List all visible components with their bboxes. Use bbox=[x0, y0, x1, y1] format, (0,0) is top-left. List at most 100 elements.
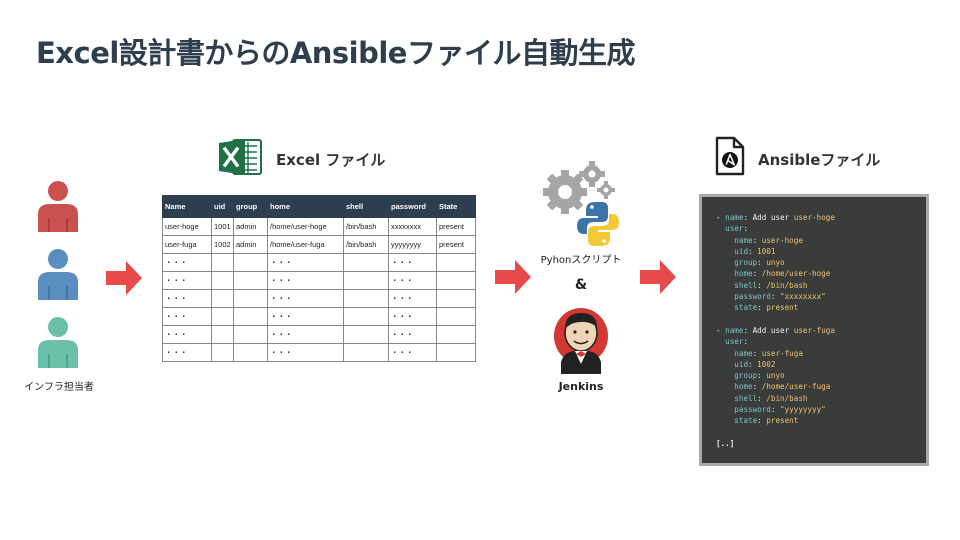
code-value: "xxxxxxxx" bbox=[780, 292, 826, 302]
table-cell bbox=[211, 307, 234, 326]
table-cell bbox=[343, 253, 389, 272]
table-row: ・・・ ・・・ ・・・ bbox=[162, 253, 476, 272]
table-cell: ・・・ bbox=[388, 253, 437, 272]
table-cell: user-fuga bbox=[162, 235, 212, 254]
table-cell bbox=[343, 343, 389, 362]
code-value: /home/user-fuga bbox=[761, 382, 831, 392]
table-cell bbox=[211, 343, 234, 362]
ansible-title: Ansibleファイル bbox=[758, 151, 881, 169]
table-cell: /bin/bash bbox=[343, 217, 389, 236]
python-gears-icon bbox=[543, 161, 619, 246]
code-key: name bbox=[725, 213, 744, 222]
jenkins-icon bbox=[554, 308, 608, 374]
table-row: ・・・ ・・・ ・・・ bbox=[162, 307, 476, 326]
code-value: /bin/bash bbox=[766, 393, 808, 403]
table-header-cell: group bbox=[233, 195, 268, 218]
code-key: uid bbox=[734, 246, 749, 256]
code-key: home bbox=[734, 269, 753, 279]
code-value: user-hoge bbox=[761, 235, 803, 245]
arrow-right-icon bbox=[640, 260, 676, 294]
table-cell: yyyyyyyy bbox=[388, 235, 437, 254]
table-cell: ・・・ bbox=[162, 325, 212, 344]
code-key: group bbox=[734, 371, 758, 381]
table-cell: ・・・ bbox=[162, 271, 212, 290]
code-key: name bbox=[734, 235, 753, 245]
table-cell bbox=[343, 271, 389, 290]
table-cell: ・・・ bbox=[388, 289, 437, 308]
code-key: password bbox=[734, 292, 771, 302]
table-row: user-hoge 1001 admin/home/user-hoge/bin/ba… bbox=[162, 217, 476, 236]
code-value: unyo bbox=[766, 371, 785, 381]
code-value: 1001 bbox=[757, 246, 776, 256]
table-cell: ・・・ bbox=[267, 253, 344, 272]
code-value: "yyyyyyyy" bbox=[780, 405, 826, 415]
table-header-cell: shell bbox=[343, 195, 389, 218]
table-cell: ・・・ bbox=[388, 307, 437, 326]
table-cell: /home/user-fuga bbox=[267, 235, 344, 254]
table-cell: ・・・ bbox=[267, 289, 344, 308]
table-cell bbox=[211, 289, 234, 308]
code-dash: - bbox=[716, 213, 726, 222]
table-cell: ・・・ bbox=[388, 325, 437, 344]
table-cell: ・・・ bbox=[267, 325, 344, 344]
infra-label: インフラ担当者 bbox=[24, 382, 94, 393]
table-cell bbox=[211, 253, 234, 272]
code-key: shell bbox=[734, 280, 758, 290]
table-row: ・・・ ・・・ ・・・ bbox=[162, 289, 476, 308]
table-cell bbox=[436, 307, 476, 326]
code-key: group bbox=[734, 258, 758, 268]
arrow-right-icon bbox=[106, 261, 142, 295]
table-cell bbox=[211, 325, 234, 344]
code-ellipsis: [..] bbox=[716, 438, 735, 448]
table-cell: /home/user-hoge bbox=[267, 217, 344, 236]
table-row: user-fuga 1002 admin/home/user-fuga/bin/ba… bbox=[162, 235, 476, 254]
table-cell: user-hoge bbox=[162, 217, 212, 236]
table-cell: ・・・ bbox=[267, 307, 344, 326]
code-value: Add user user-fuga bbox=[753, 326, 835, 335]
table-cell: present bbox=[436, 235, 476, 254]
table-cell bbox=[343, 289, 389, 308]
table-row: ・・・ ・・・ ・・・ bbox=[162, 343, 476, 362]
code-value: present bbox=[766, 416, 799, 426]
code-key: shell bbox=[734, 393, 758, 403]
code-key: uid bbox=[734, 359, 749, 369]
code-key: name bbox=[734, 348, 753, 358]
table-cell bbox=[233, 325, 268, 344]
table-cell bbox=[233, 307, 268, 326]
table-cell: ・・・ bbox=[388, 271, 437, 290]
table-cell: present bbox=[436, 217, 476, 236]
table-row: ・・・ ・・・ ・・・ bbox=[162, 325, 476, 344]
table-cell: 1002 bbox=[211, 235, 234, 254]
table-cell bbox=[343, 307, 389, 326]
table-cell bbox=[436, 343, 476, 362]
table-cell bbox=[436, 289, 476, 308]
code-value-text: Add user bbox=[752, 325, 794, 335]
code-value-text: user-fuga bbox=[793, 325, 835, 335]
table-row: ・・・ ・・・ ・・・ bbox=[162, 271, 476, 290]
table-header-row: Name uid group home shell password State bbox=[162, 195, 476, 218]
table-cell: ・・・ bbox=[162, 289, 212, 308]
excel-table: Name uid group home shell password State user-… bbox=[162, 195, 476, 362]
person-icon-green bbox=[38, 317, 78, 368]
table-cell bbox=[233, 271, 268, 290]
table-cell bbox=[436, 325, 476, 344]
table-cell: xxxxxxxx bbox=[388, 217, 437, 236]
person-icon-blue bbox=[38, 249, 78, 300]
table-header-cell: Name bbox=[162, 195, 212, 218]
table-header-cell: home bbox=[267, 195, 344, 218]
code-value: present bbox=[766, 303, 799, 313]
table-cell: ・・・ bbox=[162, 253, 212, 272]
code-task: - name: Add user user-fuga user: name: u… bbox=[716, 325, 835, 426]
table-header-cell: uid bbox=[211, 195, 234, 218]
code-value: /bin/bash bbox=[766, 280, 808, 290]
ampersand: & bbox=[574, 277, 588, 293]
excel-title: Excel ファイル bbox=[276, 151, 386, 169]
ansible-file-icon bbox=[715, 136, 745, 176]
table-cell: 1001 bbox=[211, 217, 234, 236]
table-cell: ・・・ bbox=[162, 307, 212, 326]
code-key: name bbox=[725, 325, 744, 335]
table-cell: /bin/bash bbox=[343, 235, 389, 254]
code-value: 1002 bbox=[757, 359, 776, 369]
table-cell bbox=[233, 289, 268, 308]
code-key: user bbox=[725, 224, 744, 234]
